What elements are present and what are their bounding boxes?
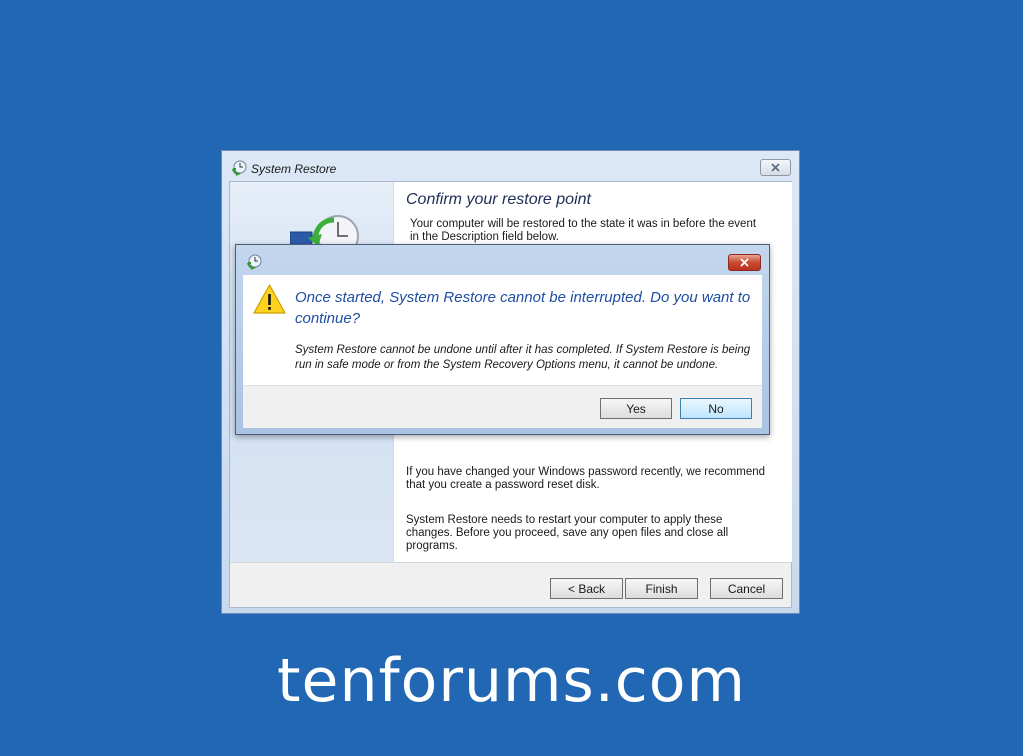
watermark-text: tenforums.com [277,646,746,716]
page-title: Confirm your restore point [406,191,591,208]
restart-note: System Restore needs to restart your com… [406,514,729,552]
window-titlebar[interactable]: System Restore [222,151,799,181]
system-restore-icon [232,160,247,176]
confirmation-dialog: Once started, System Restore cannot be i… [235,244,770,435]
restore-description: Your computer will be restored to the st… [410,218,757,243]
yes-button[interactable]: Yes [600,398,672,419]
dialog-main-instruction: Once started, System Restore cannot be i… [295,289,751,327]
wizard-button-row: < Back Finish Cancel [230,562,791,608]
close-icon [740,258,749,267]
finish-button[interactable]: Finish [625,578,698,599]
close-icon [771,163,780,172]
dialog-content-text: System Restore cannot be undone until af… [295,344,751,371]
dialog-button-row: Yes No [243,385,762,428]
warning-icon [253,284,286,314]
system-restore-icon [247,254,262,270]
dialog-body: Once started, System Restore cannot be i… [243,275,762,385]
password-reset-note: If you have changed your Windows passwor… [406,466,766,491]
window-close-button[interactable] [760,159,791,176]
dialog-close-button[interactable] [728,254,761,271]
back-button[interactable]: < Back [550,578,623,599]
cancel-button[interactable]: Cancel [710,578,783,599]
window-title: System Restore [251,162,337,176]
no-button[interactable]: No [680,398,752,419]
